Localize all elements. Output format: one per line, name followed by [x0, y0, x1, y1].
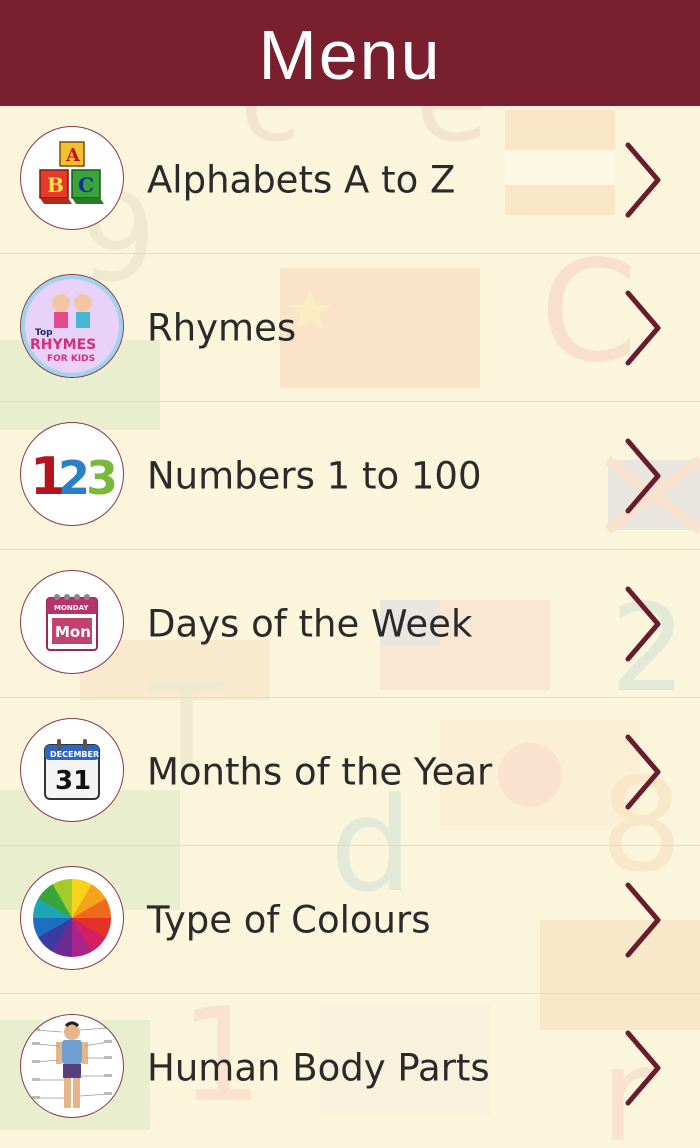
menu-item-alphabets[interactable]: A B C Alphabets A to Z	[0, 106, 700, 254]
chevron-right-icon	[625, 438, 661, 513]
menu-item-days[interactable]: MONDAY Mon Days of the Week	[0, 550, 700, 698]
svg-text:B: B	[47, 173, 64, 197]
svg-text:31: 31	[55, 766, 91, 796]
chevron-right-icon	[625, 882, 661, 957]
app-header: Menu	[0, 0, 700, 106]
svg-text:A: A	[65, 145, 81, 166]
menu-item-label: Months of the Year	[147, 750, 493, 793]
chevron-right-icon	[625, 290, 661, 365]
page-title: Menu	[258, 16, 442, 94]
menu-item-label: Rhymes	[147, 306, 297, 349]
chevron-right-icon	[625, 1030, 661, 1105]
rhymes-kids-icon: Top RHYMES FOR KIDS	[20, 274, 124, 378]
svg-text:Mon: Mon	[55, 623, 91, 641]
svg-text:RHYMES: RHYMES	[30, 337, 96, 353]
menu-item-rhymes[interactable]: Top RHYMES FOR KIDS Rhymes	[0, 254, 700, 402]
colour-wheel-icon	[20, 866, 124, 970]
svg-text:C: C	[78, 173, 94, 197]
chevron-right-icon	[625, 734, 661, 809]
menu-item-label: Days of the Week	[147, 602, 473, 645]
svg-text:DECEMBER: DECEMBER	[50, 750, 99, 759]
abc-blocks-icon: A B C	[20, 126, 124, 230]
menu-item-numbers[interactable]: 1 2 3 Numbers 1 to 100	[0, 402, 700, 550]
menu-item-months[interactable]: DECEMBER 31 Months of the Year	[0, 698, 700, 846]
chevron-right-icon	[625, 586, 661, 661]
svg-text:MONDAY: MONDAY	[54, 604, 89, 612]
svg-text:FOR KIDS: FOR KIDS	[47, 354, 95, 364]
menu-item-label: Numbers 1 to 100	[147, 454, 482, 497]
menu-item-label: Type of Colours	[147, 898, 431, 941]
numbers-123-icon: 1 2 3	[20, 422, 124, 526]
calendar-monday-icon: MONDAY Mon	[20, 570, 124, 674]
menu-item-label: Human Body Parts	[147, 1046, 490, 1089]
menu-list: A B C Alphabets A to Z Top RHYMES FOR KI…	[0, 106, 700, 1141]
menu-item-label: Alphabets A to Z	[147, 158, 456, 201]
menu-item-body-parts[interactable]: Human Body Parts	[0, 994, 700, 1141]
menu-item-colours[interactable]: Type of Colours	[0, 846, 700, 994]
calendar-december-icon: DECEMBER 31	[20, 718, 124, 822]
svg-text:3: 3	[86, 451, 116, 504]
chevron-right-icon	[625, 142, 661, 217]
body-parts-chart-icon	[20, 1014, 124, 1118]
